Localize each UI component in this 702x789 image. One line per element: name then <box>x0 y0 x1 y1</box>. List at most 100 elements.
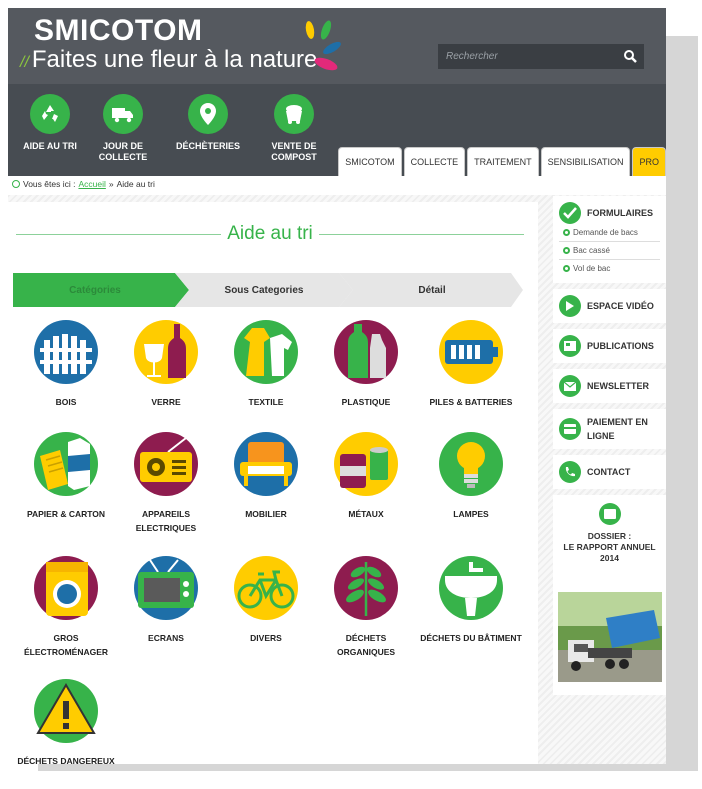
breadcrumb-separator: » <box>108 179 114 189</box>
sidebar-box-contact: CONTACT <box>553 455 666 489</box>
category-label: MOBILIER <box>245 509 287 519</box>
battery-icon <box>439 320 503 384</box>
search-box <box>438 44 644 69</box>
category-label: MÉTAUX <box>348 509 384 519</box>
sidebar-item-formulaires[interactable]: FORMULAIRES <box>559 202 660 224</box>
payment-card-icon <box>559 418 581 440</box>
truck-container-photo <box>557 592 662 682</box>
sidebar-link-vol-de-bac[interactable]: Vol de bac <box>559 260 660 277</box>
page: SMICOTOM //Faites une fleur à la nature … <box>8 8 666 764</box>
search-input[interactable] <box>438 44 614 69</box>
step-navigation: Catégories Sous Categories Détail <box>13 273 523 307</box>
breadcrumb-home-link[interactable]: Accueil <box>78 179 105 189</box>
category-label: DIVERS <box>250 633 282 643</box>
quick-link-vente-de-compost[interactable]: VENTE DE COMPOST <box>254 94 334 163</box>
compost-icon <box>274 94 314 134</box>
category-mobilier[interactable]: MOBILIER <box>216 432 316 521</box>
bicycle-icon <box>234 556 298 620</box>
step-detail[interactable]: Détail <box>347 273 517 307</box>
category-label: DÉCHETS ORGANIQUES <box>336 633 396 657</box>
paper-carton-icon <box>34 432 98 496</box>
tab-collecte[interactable]: COLLECTE <box>403 147 466 176</box>
dossier-box[interactable]: DOSSIER : LE RAPPORT ANNUEL 2014 <box>553 495 666 695</box>
page-title: Aide au tri <box>227 223 313 244</box>
category-label: APPAREILS ELECTRIQUES <box>135 509 197 533</box>
step-sous-categories[interactable]: Sous Categories <box>183 273 345 307</box>
tab-sensibilisation[interactable]: SENSIBILISATION <box>540 147 631 176</box>
sidebar-item-paiement-en-ligne[interactable]: PAIEMENT EN LIGNE <box>559 415 660 443</box>
sofa-icon <box>234 432 298 496</box>
quick-link-label: DÉCHÈTERIES <box>175 141 240 151</box>
sidebar-item-espace-video[interactable]: ESPACE VIDÉO <box>559 295 660 317</box>
main-tabs: SMICOTOM COLLECTE TRAITEMENT SENSIBILISA… <box>336 147 666 176</box>
quick-link-aide-au-tri[interactable]: AIDE AU TRI <box>10 94 90 152</box>
category-ecrans[interactable]: ECRANS <box>116 556 216 645</box>
search-icon[interactable] <box>622 48 640 66</box>
category-label: DÉCHETS DANGEREUX <box>17 756 115 764</box>
category-dechets-dangereux[interactable]: DÉCHETS DANGEREUX <box>16 679 116 764</box>
sidebar-item-publications[interactable]: PUBLICATIONS <box>559 335 660 357</box>
category-appareils-electriques[interactable]: APPAREILS ELECTRIQUES <box>116 432 216 535</box>
play-icon <box>559 295 581 317</box>
sidebar-link-demande-de-bacs[interactable]: Demande de bacs <box>559 224 660 242</box>
light-bulb-icon <box>439 432 503 496</box>
quick-link-jour-de-collecte[interactable]: JOUR DE COLLECTE <box>83 94 163 163</box>
breadcrumb-current: Aide au tri <box>116 179 155 189</box>
page-title-row: Aide au tri <box>16 222 525 246</box>
sidebar-link-label: Vol de bac <box>573 264 611 273</box>
tab-pro[interactable]: PRO <box>632 147 666 176</box>
dossier-line1: DOSSIER : <box>587 531 632 541</box>
category-plastique[interactable]: PLASTIQUE <box>316 320 416 409</box>
leaf-plant-icon <box>334 556 398 620</box>
formulaires-box: FORMULAIRES Demande de bacs Bac cassé Vo… <box>553 196 666 283</box>
warning-triangle-icon <box>34 679 98 743</box>
category-lampes[interactable]: LAMPES <box>416 432 526 521</box>
recycle-icon <box>30 94 70 134</box>
dossier-title: DOSSIER : LE RAPPORT ANNUEL 2014 <box>557 531 662 564</box>
sidebar-item-label: CONTACT <box>587 467 631 477</box>
category-dechets-organiques[interactable]: DÉCHETS ORGANIQUES <box>316 556 416 659</box>
washing-machine-icon <box>34 556 98 620</box>
category-piles-batteries[interactable]: PILES & BATTERIES <box>416 320 526 409</box>
sidebar-link-bac-casse[interactable]: Bac cassé <box>559 242 660 260</box>
glass-bottle-icon <box>134 320 198 384</box>
category-label: LAMPES <box>453 509 489 519</box>
newspaper-icon <box>559 335 581 357</box>
sidebar-item-label: ESPACE VIDÉO <box>587 301 654 311</box>
category-verre[interactable]: VERRE <box>116 320 216 409</box>
category-metaux[interactable]: MÉTAUX <box>316 432 416 521</box>
location-pin-icon <box>188 94 228 134</box>
sidebar-box-video: ESPACE VIDÉO <box>553 289 666 323</box>
category-textile[interactable]: TEXTILE <box>216 320 316 409</box>
bullet-icon <box>563 265 570 272</box>
category-papier-carton[interactable]: PAPIER & CARTON <box>16 432 116 521</box>
main-content: Aide au tri Catégories Sous Categories D… <box>8 202 538 764</box>
sidebar-item-label: FORMULAIRES <box>587 208 653 218</box>
quick-link-label: JOUR DE COLLECTE <box>98 141 148 162</box>
radio-icon <box>134 432 198 496</box>
dossier-line2: LE RAPPORT ANNUEL <box>563 542 656 552</box>
category-bois[interactable]: BOIS <box>16 320 116 409</box>
folder-icon <box>598 503 621 525</box>
tab-smicotom[interactable]: SMICOTOM <box>338 147 402 176</box>
sidebar-link-label: Demande de bacs <box>573 228 638 237</box>
sidebar-item-newsletter[interactable]: NEWSLETTER <box>559 375 660 397</box>
bullet-icon <box>563 229 570 236</box>
category-dechets-batiment[interactable]: DÉCHETS DU BÂTIMENT <box>416 556 526 645</box>
brand-name[interactable]: SMICOTOM <box>34 14 202 48</box>
clothing-icon <box>234 320 298 384</box>
sidebar-box-publications: PUBLICATIONS <box>553 329 666 363</box>
tab-traitement[interactable]: TRAITEMENT <box>467 147 539 176</box>
category-gros-electromenager[interactable]: GROS ÉLECTROMÉNAGER <box>16 556 116 659</box>
wood-fence-icon <box>34 320 98 384</box>
sink-icon <box>439 556 503 620</box>
phone-icon <box>559 461 581 483</box>
category-label: PLASTIQUE <box>341 397 391 407</box>
sidebar-box-paiement: PAIEMENT EN LIGNE <box>553 409 666 449</box>
tagline: //Faites une fleur à la nature <box>20 46 318 73</box>
breadcrumb-prefix: Vous êtes ici : <box>23 179 76 189</box>
sidebar-item-contact[interactable]: CONTACT <box>559 461 660 483</box>
step-categories[interactable]: Catégories <box>13 273 177 307</box>
category-divers[interactable]: DIVERS <box>216 556 316 645</box>
quick-link-decheteries[interactable]: DÉCHÈTERIES <box>168 94 248 152</box>
